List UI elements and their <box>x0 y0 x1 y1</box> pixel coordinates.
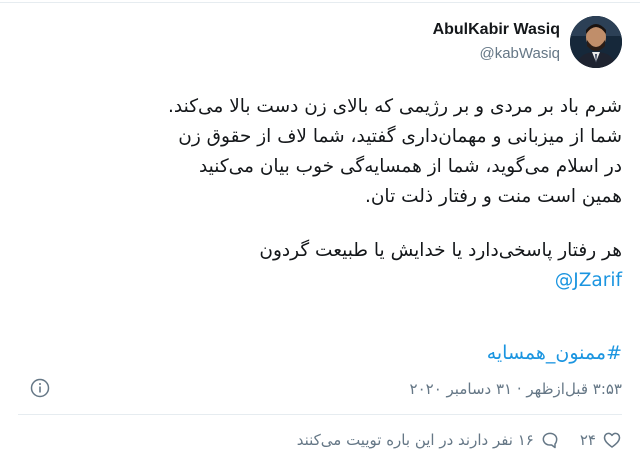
tweet-header[interactable]: AbulKabir Wasiq @kabWasiq <box>433 16 622 68</box>
top-divider <box>0 2 640 3</box>
actions-divider <box>18 414 622 415</box>
info-icon[interactable] <box>30 378 50 398</box>
tweet-body: شرم باد بر مردی و بر رژیمی که بالای زن د… <box>12 92 622 296</box>
comment-bubble-icon[interactable] <box>540 430 560 450</box>
talking-about-text[interactable]: ۱۶ نفر دارند در این باره توییت می‌کنند <box>297 431 534 449</box>
author-names[interactable]: AbulKabir Wasiq @kabWasiq <box>433 20 560 64</box>
tweet-line-3: در اسلام می‌گوید، شما از همسایه‌گی خوب ب… <box>198 156 622 177</box>
tweet-actions: ۲۴ ۱۶ نفر دارند در این باره توییت می‌کنن… <box>297 428 622 452</box>
avatar-photo <box>570 16 622 68</box>
hashtag-link[interactable]: #ممنون_همسایه <box>487 340 622 366</box>
author-handle[interactable]: @kabWasiq <box>433 44 560 64</box>
mention-link[interactable]: @JZarif <box>555 270 622 291</box>
conversation-action[interactable]: ۱۶ نفر دارند در این باره توییت می‌کنند <box>297 430 560 450</box>
like-count: ۲۴ <box>579 431 596 449</box>
tweet-line-5: هر رفتار پاسخی‌دارد یا خدایش یا طبیعت گر… <box>259 240 622 261</box>
tweet-line-2: شما از میزبانی و مهمان‌داری گفتید، شما ل… <box>178 126 622 147</box>
avatar[interactable] <box>570 16 622 68</box>
tweet-card: AbulKabir Wasiq @kabWasiq شرم باد بر مرد… <box>0 0 640 469</box>
tweet-line-1: شرم باد بر مردی و بر رژیمی که بالای زن د… <box>168 96 622 117</box>
author-display-name[interactable]: AbulKabir Wasiq <box>433 20 560 40</box>
tweet-line-4: همین است منت و رفتار ذلت تان. <box>364 186 622 207</box>
heart-icon[interactable] <box>602 430 622 450</box>
like-action[interactable]: ۲۴ <box>580 430 622 450</box>
tweet-timestamp[interactable]: ۳:۵۳ قبل‌ازظهر · ۳۱ دسامبر ۲۰۲۰ <box>410 378 622 400</box>
tweet-meta: ۳:۵۳ قبل‌ازظهر · ۳۱ دسامبر ۲۰۲۰ <box>22 378 622 404</box>
